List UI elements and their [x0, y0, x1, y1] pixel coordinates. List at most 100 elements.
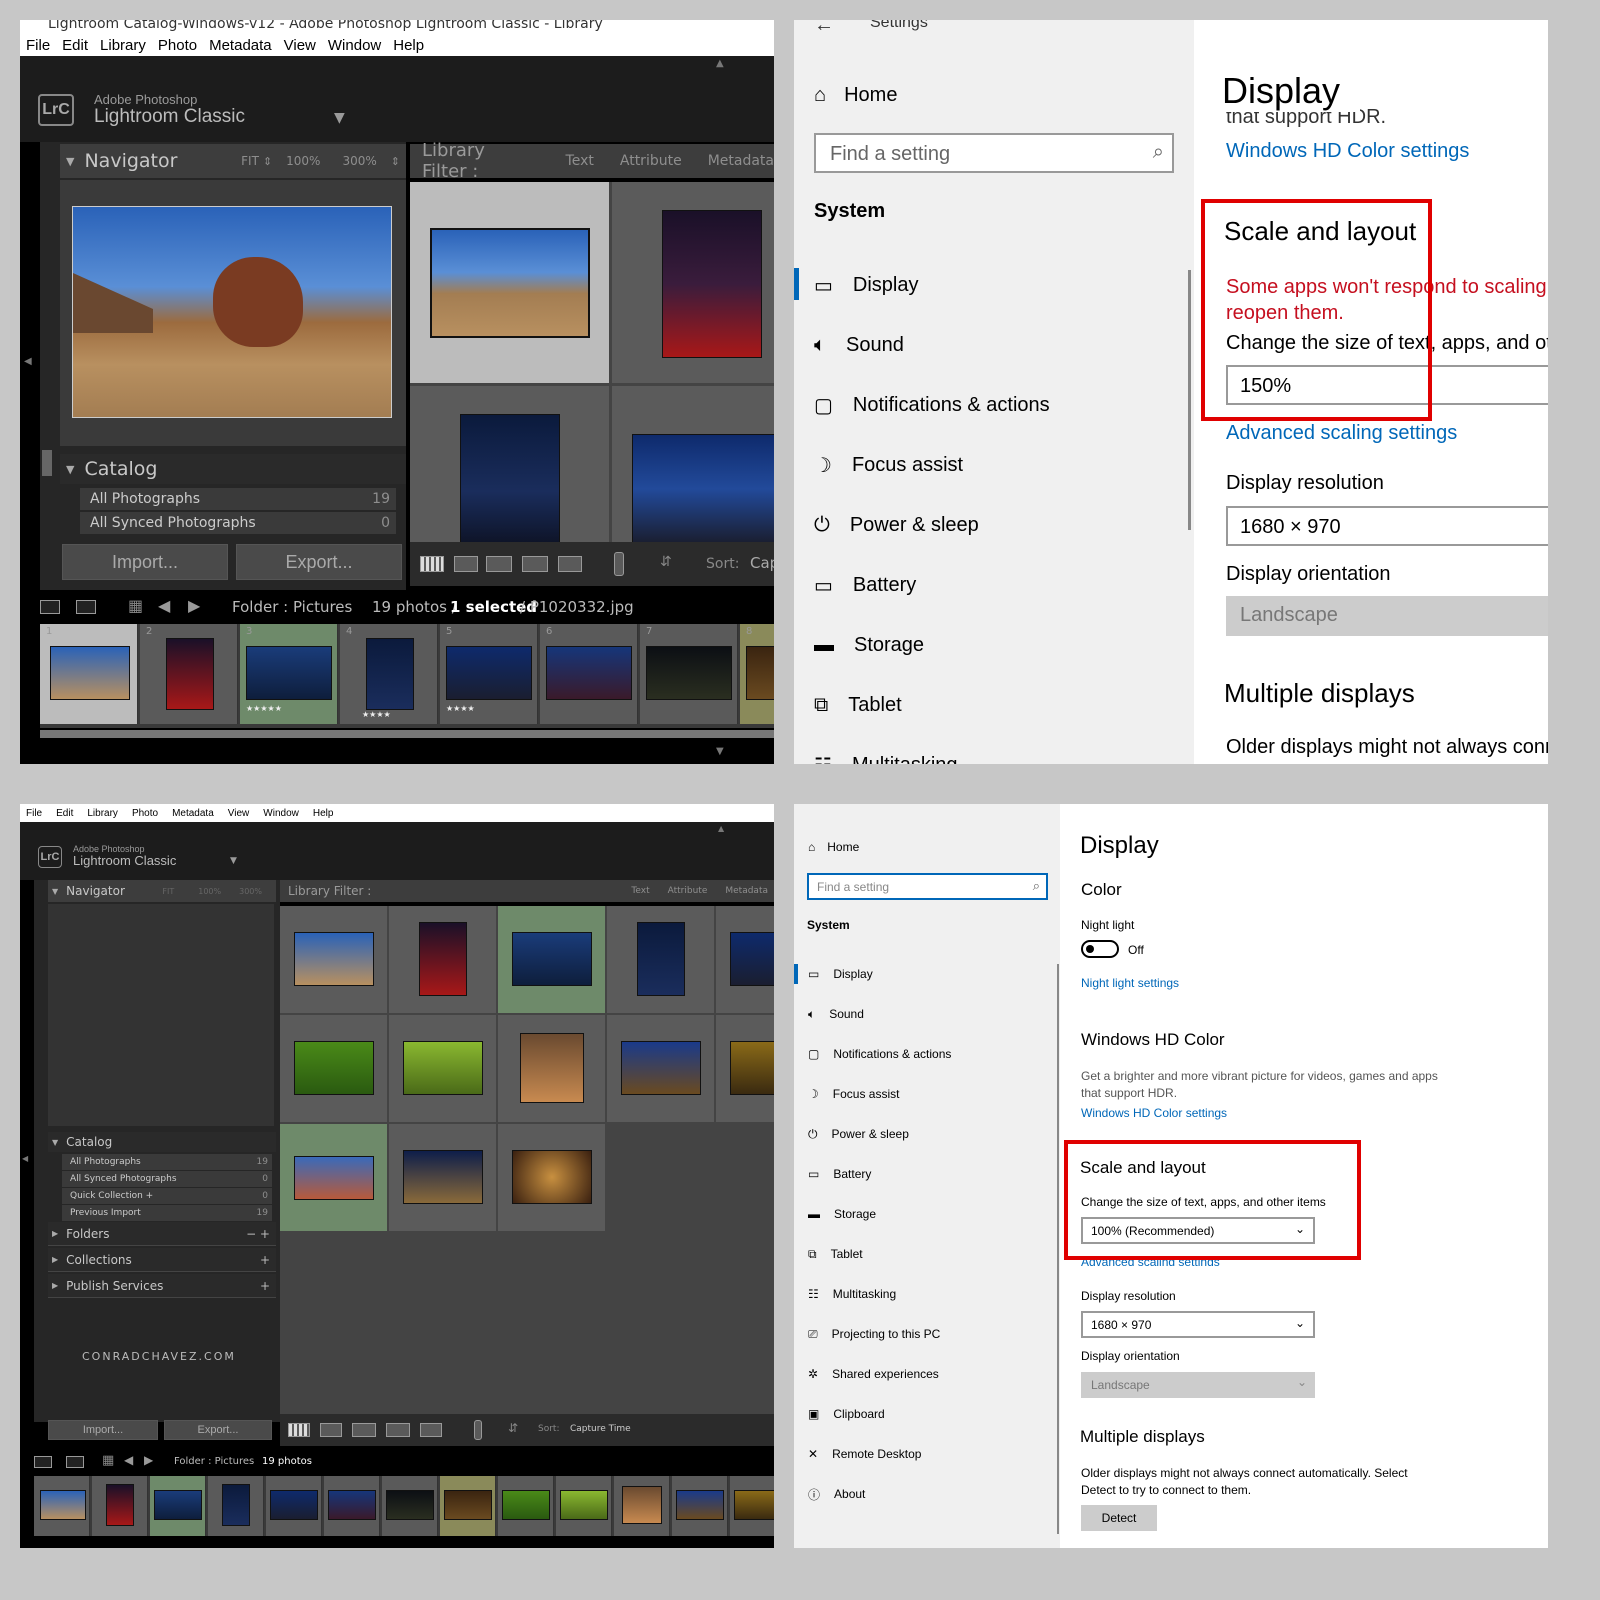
filmstrip-cell[interactable]: 6: [540, 624, 638, 724]
filmstrip-cell[interactable]: 3 ★★★★★: [240, 624, 338, 724]
catalog-row[interactable]: Previous Import 19: [62, 1205, 272, 1221]
filmstrip-thumbnail[interactable]: [676, 1490, 724, 1520]
filter-metadata[interactable]: Metadata: [725, 886, 768, 896]
forward-arrow-icon[interactable]: ▶: [188, 596, 200, 615]
grid-cell[interactable]: [607, 1015, 715, 1123]
filmstrip-cell[interactable]: [382, 1476, 438, 1536]
nav-power-sleep[interactable]: ⏻ Power & sleep: [808, 1125, 909, 1143]
back-arrow-icon[interactable]: ◀: [158, 596, 170, 615]
back-arrow-icon[interactable]: ◀: [124, 1453, 133, 1467]
back-arrow-icon[interactable]: ←: [814, 20, 834, 37]
menu-view[interactable]: View: [284, 37, 316, 54]
grid-cell[interactable]: [389, 1124, 497, 1232]
filmstrip-cell[interactable]: [208, 1476, 264, 1536]
star-rating[interactable]: ★★★★: [446, 704, 475, 713]
sort-value[interactable]: Capture Time: [750, 554, 774, 572]
menu-help[interactable]: Help: [393, 37, 424, 54]
filter-attribute[interactable]: Attribute: [668, 886, 708, 896]
grid-thumbnail[interactable]: [294, 932, 374, 986]
menu-help[interactable]: Help: [313, 808, 334, 819]
grid-thumbnail[interactable]: [294, 1156, 374, 1200]
filmstrip-thumbnail[interactable]: [444, 1490, 492, 1520]
filmstrip-cell[interactable]: 7: [640, 624, 738, 724]
sidebar-scrollbar[interactable]: [1057, 964, 1059, 1534]
filter-attribute[interactable]: Attribute: [620, 153, 682, 169]
orientation-dropdown[interactable]: Landscape: [1226, 596, 1548, 636]
grid-cell[interactable]: [280, 1015, 388, 1123]
filmstrip-cell[interactable]: [150, 1476, 206, 1536]
catalog-row[interactable]: Quick Collection + 0: [62, 1188, 272, 1204]
nav-tablet[interactable]: ⧉ Tablet: [808, 1245, 863, 1263]
menu-photo[interactable]: Photo: [132, 808, 158, 819]
filmstrip-scrollbar[interactable]: [40, 730, 774, 738]
grid-cell[interactable]: [498, 1015, 606, 1123]
filmstrip-thumbnail[interactable]: [154, 1490, 202, 1520]
grid-thumbnail[interactable]: [632, 434, 774, 544]
nav-notifications[interactable]: ▢ Notifications & actions: [814, 390, 1050, 420]
search-icon[interactable]: ⌕: [1033, 878, 1040, 894]
filmstrip-cell[interactable]: 1: [40, 624, 138, 724]
import-button[interactable]: Import...: [62, 544, 228, 580]
chevron-down-icon[interactable]: ▼: [230, 856, 237, 866]
grid-cell[interactable]: [607, 906, 715, 1014]
menu-window[interactable]: Window: [328, 37, 381, 54]
export-button[interactable]: Export...: [164, 1420, 272, 1440]
filmstrip-thumbnail[interactable]: [166, 638, 214, 710]
windows-hd-color-link[interactable]: Windows HD Color settings: [1226, 140, 1469, 163]
filmstrip-thumbnail[interactable]: [446, 646, 532, 700]
grid-cell[interactable]: [612, 182, 774, 384]
survey-view-icon[interactable]: [522, 556, 548, 572]
nav-display[interactable]: ▭ Display: [808, 965, 873, 983]
chevron-down-icon[interactable]: ▼: [716, 746, 724, 757]
navigator-header[interactable]: ▼ Navigator FIT 100% 300%: [48, 880, 276, 902]
publish-services-header[interactable]: ▶ Publish Services +: [48, 1274, 276, 1298]
menu-view[interactable]: View: [228, 808, 250, 819]
menu-photo[interactable]: Photo: [158, 37, 197, 54]
selected-file[interactable]: / P1020332.jpg: [520, 598, 634, 616]
star-rating[interactable]: ★★★★★: [246, 704, 282, 713]
filmstrip-thumbnail[interactable]: [734, 1490, 774, 1520]
grid-thumbnail[interactable]: [730, 932, 774, 986]
search-input[interactable]: Find a setting ⌕: [807, 873, 1048, 900]
filmstrip-cell[interactable]: [556, 1476, 612, 1536]
grid-thumbnail[interactable]: [512, 932, 592, 986]
filmstrip-cell[interactable]: 2: [140, 624, 238, 724]
grid-cell[interactable]: [716, 1015, 774, 1123]
filmstrip-cell[interactable]: [498, 1476, 554, 1536]
grid-cell[interactable]: [498, 906, 606, 1014]
zoom-fit[interactable]: FIT: [241, 154, 259, 168]
filmstrip-thumbnail[interactable]: [270, 1490, 318, 1520]
menu-file[interactable]: File: [26, 37, 50, 54]
filmstrip-thumbnail[interactable]: [50, 646, 130, 700]
filmstrip-thumbnail[interactable]: [222, 1484, 250, 1526]
filter-metadata[interactable]: Metadata: [708, 153, 774, 169]
nav-clipboard[interactable]: ▣ Clipboard: [808, 1405, 885, 1423]
filmstrip-thumbnail[interactable]: [502, 1490, 550, 1520]
minus-plus-icon[interactable]: − +: [246, 1227, 270, 1241]
catalog-row[interactable]: All Synced Photographs 0: [62, 1171, 272, 1187]
nav-storage[interactable]: ▬ Storage: [808, 1205, 876, 1223]
left-collapse-arrow[interactable]: ◀: [24, 356, 32, 367]
people-view-icon[interactable]: [420, 1423, 442, 1437]
catalog-row[interactable]: All Photographs 19: [80, 488, 396, 510]
import-button[interactable]: Import...: [48, 1420, 158, 1440]
grid-cell[interactable]: [410, 182, 610, 384]
collections-header[interactable]: ▶ Collections +: [48, 1248, 276, 1272]
advanced-scaling-link[interactable]: Advanced scaling settings: [1226, 422, 1457, 445]
grid-cell[interactable]: [280, 1124, 388, 1232]
nav-sound[interactable]: 🔈︎ Sound: [814, 330, 904, 360]
grid-thumbnail[interactable]: [512, 1150, 592, 1204]
filmstrip-thumbnail[interactable]: [246, 646, 332, 700]
nav-home[interactable]: ⌂ Home: [808, 838, 859, 856]
filmstrip-cell[interactable]: [34, 1476, 90, 1536]
survey-view-icon[interactable]: [386, 1423, 410, 1437]
catalog-header[interactable]: ▼ Catalog: [48, 1132, 276, 1152]
grid-thumbnail[interactable]: [662, 210, 762, 358]
grid-thumbnail[interactable]: [520, 1033, 584, 1103]
search-input[interactable]: Find a setting ⌕: [814, 133, 1174, 173]
navigator-header[interactable]: ▼ Navigator FIT ⇕ 100% 300% ⇕: [60, 144, 406, 178]
nav-home[interactable]: ⌂ Home: [814, 80, 897, 110]
nav-focus-assist[interactable]: ☽ Focus assist: [808, 1085, 899, 1103]
filmstrip-cell[interactable]: [324, 1476, 380, 1536]
detect-button[interactable]: Detect: [1081, 1505, 1157, 1531]
